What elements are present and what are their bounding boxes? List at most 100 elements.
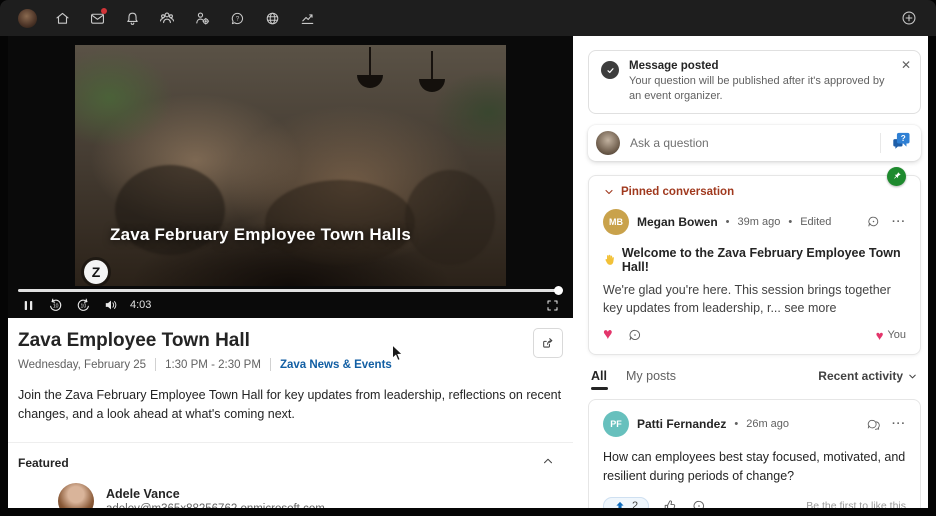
heart-icon: ♥ [875,327,884,343]
message-posted-toast: Message posted Your question will be pub… [588,50,921,114]
featured-section: Featured Adele Vance adelev@m365x8825676… [8,441,573,508]
pinned-conversation-card: Pinned conversation MB Megan Bowen • 39m… [588,166,921,356]
zava-logo-letter: Z [91,264,101,280]
author-avatar[interactable]: PF [603,411,629,438]
pinned-conversation-header[interactable]: Pinned conversation [603,186,906,198]
svg-text:?: ? [901,134,906,143]
communities-icon[interactable] [154,5,180,31]
ask-question-bar[interactable]: ? [588,124,921,161]
toast-subtitle: Your question will be published after it… [629,75,885,102]
zava-logo-badge: Z [84,260,108,284]
upvote-pill[interactable]: 2 [603,496,650,508]
post-author-row: PF Patti Fernandez • 26m ago ··· [603,411,906,438]
post-author-row: MB Megan Bowen • 39m ago • Edited ··· [603,208,906,235]
question-bubble-icon[interactable]: ? [891,130,912,156]
upvote-count: 2 [632,499,639,508]
featured-person-row[interactable]: Adele Vance adelev@m365x88256762.onmicro… [18,482,563,508]
person-name: Adele Vance [106,486,180,501]
pause-icon[interactable] [21,298,36,313]
mail-icon[interactable] [84,5,110,31]
engage-globe-icon[interactable] [259,5,285,31]
main-content: Zava February Employee Town Halls Z 10 1… [8,36,928,508]
question-text: How can employees best stay focused, mot… [603,450,906,483]
featured-heading: Featured [18,455,69,470]
share-button[interactable] [533,328,563,358]
top-toolbar: ? [0,0,936,36]
event-title: Zava Employee Town Hall [18,330,250,351]
toast-text: Message posted Your question will be pub… [629,60,890,104]
analytics-icon[interactable] [294,5,320,31]
your-reaction-chip: ♥ You [876,328,906,343]
comment-icon[interactable] [691,498,707,508]
wave-emoji-icon [605,254,614,265]
user-avatar-image [17,8,37,28]
ask-question-input[interactable] [630,135,870,150]
post-time: 26m ago [746,418,790,431]
question-post-card: PF Patti Fernandez • 26m ago ··· How can… [588,399,921,508]
like-hint-text: Be the first to like this [806,499,906,508]
self-avatar [596,130,620,155]
add-icon[interactable] [896,5,922,31]
event-meta: Wednesday, February 25 1:30 PM - 2:30 PM… [18,358,563,371]
tab-my-posts[interactable]: My posts [626,369,676,390]
like-thumb-icon[interactable] [662,498,678,508]
author-name[interactable]: Megan Bowen [637,215,718,229]
tab-all[interactable]: All [591,369,608,391]
toast-title: Message posted [629,60,719,72]
comment-multiple-icon[interactable] [866,417,881,432]
lamp-decoration [419,51,445,92]
post-edited-label: Edited [800,215,832,228]
crowd-silhouette [405,170,495,265]
fullscreen-icon[interactable] [545,298,560,313]
svg-text:?: ? [235,15,239,22]
post-actions: ··· [866,214,906,229]
input-divider [880,132,881,153]
lamp-decoration [357,47,383,88]
post-body: We're glad you're here. This session bri… [603,281,906,319]
comment-icon[interactable] [866,214,881,229]
chevron-down-icon [605,189,613,194]
event-details: Zava Employee Town Hall Wednesday, Febru… [8,318,573,425]
meta-divider [155,358,157,371]
check-circle-icon [601,61,619,79]
people-settings-icon[interactable] [189,5,215,31]
person-info: Adele Vance adelev@m365x88256762.onmicro… [106,487,325,508]
post-dot: • [725,215,730,228]
video-overlay-title: Zava February Employee Town Halls [110,225,412,244]
crowd-silhouette [265,180,415,265]
post-actions: ··· [866,417,906,432]
post-title: Welcome to the Zava February Employee To… [603,246,906,274]
post-time: 39m ago [737,215,781,228]
chevron-up-icon[interactable] [541,454,555,473]
question-actions-row: 2 Be the first to like this [603,496,906,508]
post-title-text: Welcome to the Zava February Employee To… [621,245,901,274]
questions-icon[interactable]: ? [224,5,250,31]
author-avatar[interactable]: MB [603,208,629,235]
mail-notification-dot [101,8,107,14]
person-avatar [58,482,94,508]
comment-icon[interactable] [627,327,643,343]
post-reactions-row: ♥ ♥ You [603,327,906,343]
more-options-icon[interactable]: ··· [892,418,906,430]
sort-label: Recent activity [818,369,903,384]
post-dot: • [734,418,739,431]
heart-reaction-icon[interactable]: ♥ [603,327,613,343]
profile-avatar[interactable] [14,5,40,31]
home-icon[interactable] [49,5,75,31]
bell-icon[interactable] [119,5,145,31]
event-column: Zava February Employee Town Halls Z 10 1… [8,36,573,508]
rewind-10-icon[interactable]: 10 [47,297,64,314]
video-player[interactable]: Zava February Employee Town Halls Z 10 1… [8,36,573,318]
forward-10-icon[interactable]: 10 [75,297,92,314]
svg-text:10: 10 [53,303,59,309]
sort-dropdown[interactable]: Recent activity [818,369,918,383]
pinned-label: Pinned conversation [621,185,735,198]
video-controls: 10 10 4:03 [8,292,573,318]
more-options-icon[interactable]: ··· [892,216,906,228]
author-name[interactable]: Patti Fernandez [637,417,726,431]
volume-icon[interactable] [103,297,119,313]
video-frame-image: Zava February Employee Town Halls [75,45,506,286]
community-link[interactable]: Zava News & Events [280,359,392,371]
close-icon[interactable]: ✕ [901,59,911,71]
see-more-link[interactable]: see more [784,301,836,315]
